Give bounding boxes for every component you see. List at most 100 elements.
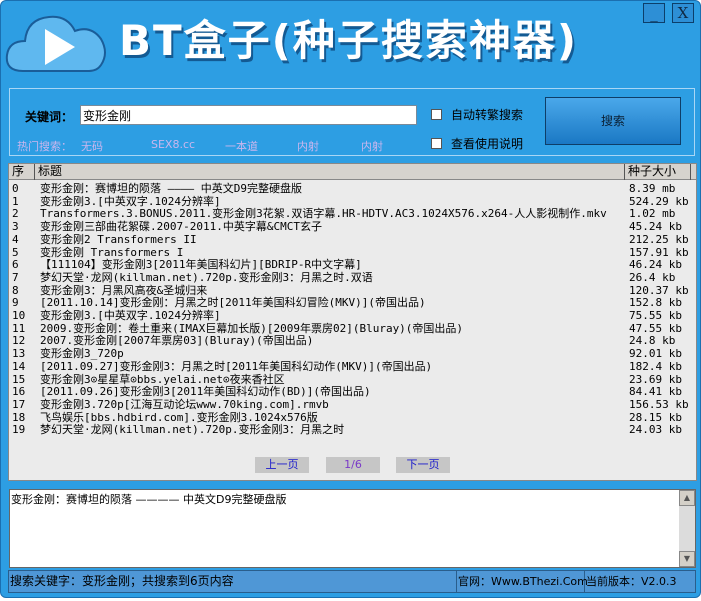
row-title: 变形金刚3_720p xyxy=(40,347,124,361)
row-index: 13 xyxy=(12,347,26,361)
detail-textarea[interactable]: 变形金刚：赛博坦的陨落 ———— 中英文D9完整硬盘版 ▲ ▼ xyxy=(9,489,696,568)
view-help-label[interactable]: 查看使用说明 xyxy=(451,135,523,152)
table-row[interactable]: 19 梦幻天堂·龙网(killman.net).720p.变形金刚3：月黑之时 24… xyxy=(9,423,696,436)
table-row[interactable]: 8 变形金刚3：月黑风高夜&圣城归来 120.37 kb xyxy=(9,284,696,297)
table-row[interactable]: 10 变形金刚3.[中英双字.1024分辨率] 75.55 kb xyxy=(9,309,696,322)
status-version: 当前版本：V2.0.3 xyxy=(586,575,677,588)
detail-text: 变形金刚：赛博坦的陨落 ———— 中英文D9完整硬盘版 xyxy=(11,493,287,506)
results-list: 序 标题 种子大小 0 变形金刚：赛博坦的陨落 ———— 中英文D9完整硬盘版 8.… xyxy=(8,163,697,481)
status-site: 官网：Www.BThezi.Com xyxy=(457,571,588,592)
table-row[interactable]: 4 变形金刚2 Transformers II 212.25 kb xyxy=(9,233,696,246)
minimize-button[interactable]: _ xyxy=(643,3,665,23)
prev-page-button[interactable]: 上一页 xyxy=(255,457,309,473)
row-title: 变形金刚3：月黑风高夜&圣城归来 xyxy=(40,283,208,297)
row-index: 4 xyxy=(12,232,19,246)
table-row[interactable]: 18 飞鸟娱乐[bbs.hdbird.com].变形金刚3.1024x576版 28… xyxy=(9,411,696,424)
hot-search-item[interactable]: 内射 xyxy=(297,138,319,154)
row-title: 梦幻天堂·龙网(killman.net).720p.变形金刚3：月黑之时 xyxy=(40,423,345,437)
row-index: 14 xyxy=(12,359,26,373)
scroll-up-icon[interactable]: ▲ xyxy=(679,490,695,506)
row-size: 47.55 kb xyxy=(629,321,682,335)
row-size: 24.8 kb xyxy=(629,334,676,348)
row-title: 2009.变形金刚：卷土重来(IMAX巨幕加长版)[2009年票房02](Blu… xyxy=(40,321,464,335)
row-title: [2011.10.14]变形金刚：月黑之时[2011年美国科幻冒险(MKV)](… xyxy=(40,296,426,310)
auto-traditional-checkbox[interactable] xyxy=(431,109,442,120)
table-row[interactable]: 12 2007.变形金刚[2007年票房03](Bluray)(帝国出品) 24.8… xyxy=(9,334,696,347)
row-title: 变形金刚3.[中英双字.1024分辨率] xyxy=(40,309,221,322)
search-button[interactable]: 搜索 xyxy=(545,97,681,145)
table-row[interactable]: 6 【111104】变形金刚3[2011年美国科幻片][BDRIP-R中文字幕] 4… xyxy=(9,258,696,271)
column-header-index[interactable]: 序 xyxy=(9,164,35,180)
row-index: 7 xyxy=(12,270,19,284)
status-bar: 搜索关键字：变形金刚；共搜索到6页内容 官网：Www.BThezi.Com 当前… xyxy=(8,570,696,593)
row-size: 26.4 kb xyxy=(629,270,676,284)
row-index: 0 xyxy=(12,182,19,195)
table-row[interactable]: 5 变形金刚 Transformers I 157.91 kb xyxy=(9,246,696,259)
column-header-title[interactable]: 标题 xyxy=(35,164,625,180)
table-row[interactable]: 9 [2011.10.14]变形金刚：月黑之时[2011年美国科幻冒险(MKV)]… xyxy=(9,296,696,309)
hot-search-item[interactable]: 内射 xyxy=(361,138,383,154)
row-size: 8.39 mb xyxy=(629,182,676,195)
row-title: 梦幻天堂·龙网(killman.net).720p.变形金刚3：月黑之时.双语 xyxy=(40,270,373,284)
row-index: 16 xyxy=(12,385,26,399)
row-size: 524.29 kb xyxy=(629,194,689,208)
table-row[interactable]: 13 变形金刚3_720p 92.01 kb xyxy=(9,347,696,360)
row-title: Transformers.3.BONUS.2011.变形金刚3花絮.双语字幕.H… xyxy=(40,207,607,221)
app-window: BT盒子(种子搜索神器) _ X 关键词： 自动转繁搜索 查看使用说明 搜索 热… xyxy=(0,0,701,598)
table-row[interactable]: 16 [2011.09.26]变形金刚3[2011年美国科幻动作(BD)](帝国出… xyxy=(9,385,696,398)
close-button[interactable]: X xyxy=(672,3,694,23)
row-size: 75.55 kb xyxy=(629,309,682,322)
row-size: 45.24 kb xyxy=(629,220,682,234)
table-row[interactable]: 3 变形金刚三部曲花絮碟.2007-2011.中英字幕&CMCT玄子 45.24 k… xyxy=(9,220,696,233)
hot-search-item[interactable]: 一本道 xyxy=(225,138,258,154)
table-row[interactable]: 7 梦幻天堂·龙网(killman.net).720p.变形金刚3：月黑之时.双语… xyxy=(9,271,696,284)
auto-traditional-label[interactable]: 自动转繁搜索 xyxy=(451,106,523,123)
table-row[interactable]: 14 [2011.09.27]变形金刚3：月黑之时[2011年美国科幻动作(MKV… xyxy=(9,360,696,373)
row-title: 飞鸟娱乐[bbs.hdbird.com].变形金刚3.1024x576版 xyxy=(40,410,318,424)
row-size: 120.37 kb xyxy=(629,283,689,297)
table-row[interactable]: 0 变形金刚：赛博坦的陨落 ———— 中英文D9完整硬盘版 8.39 mb xyxy=(9,182,696,195)
table-row[interactable]: 15 变形金刚3⊙星星草⊙bbs.yelai.net⊙夜来香社区 23.69 kb xyxy=(9,373,696,386)
row-size: 23.69 kb xyxy=(629,372,682,386)
status-summary: 搜索关键字：变形金刚；共搜索到6页内容 xyxy=(9,571,457,592)
column-header-size[interactable]: 种子大小 xyxy=(625,164,691,180)
row-index: 3 xyxy=(12,220,19,234)
row-index: 19 xyxy=(12,423,26,437)
detail-scrollbar[interactable]: ▲ ▼ xyxy=(679,490,695,567)
row-index: 11 xyxy=(12,321,26,335)
row-index: 6 xyxy=(12,258,19,272)
row-title: 【111104】变形金刚3[2011年美国科幻片][BDRIP-R中文字幕] xyxy=(40,258,362,272)
page-indicator: 1/6 xyxy=(326,457,380,473)
row-size: 28.15 kb xyxy=(629,410,682,424)
row-size: 84.41 kb xyxy=(629,385,682,399)
table-row[interactable]: 17 变形金刚3.720p[江海互动论坛www.70king.com].rmvb 1… xyxy=(9,398,696,411)
row-title: 变形金刚3.[中英双字.1024分辨率] xyxy=(40,194,221,208)
row-size: 46.24 kb xyxy=(629,258,682,272)
keyword-input[interactable] xyxy=(80,105,417,125)
row-index: 5 xyxy=(12,245,19,259)
row-index: 18 xyxy=(12,410,26,424)
row-title: 变形金刚三部曲花絮碟.2007-2011.中英字幕&CMCT玄子 xyxy=(40,220,322,234)
row-index: 2 xyxy=(12,207,19,221)
row-title: [2011.09.26]变形金刚3[2011年美国科幻动作(BD)](帝国出品) xyxy=(40,385,371,399)
row-size: 157.91 kb xyxy=(629,245,689,259)
app-title: BT盒子(种子搜索神器) xyxy=(119,16,579,65)
row-size: 24.03 kb xyxy=(629,423,682,437)
row-size: 182.4 kb xyxy=(629,359,682,373)
row-index: 1 xyxy=(12,194,19,208)
cloud-play-logo-icon xyxy=(5,15,106,72)
table-row[interactable]: 11 2009.变形金刚：卷土重来(IMAX巨幕加长版)[2009年票房02](B… xyxy=(9,322,696,335)
row-size: 92.01 kb xyxy=(629,347,682,361)
table-row[interactable]: 2 Transformers.3.BONUS.2011.变形金刚3花絮.双语字幕.… xyxy=(9,207,696,220)
keyword-label: 关键词： xyxy=(25,110,74,124)
row-index: 17 xyxy=(12,397,26,411)
hot-search-item[interactable]: 无码 xyxy=(81,138,103,154)
row-size: 156.53 kb xyxy=(629,397,689,411)
table-row[interactable]: 1 变形金刚3.[中英双字.1024分辨率] 524.29 kb xyxy=(9,195,696,208)
scroll-down-icon[interactable]: ▼ xyxy=(679,551,695,567)
view-help-checkbox[interactable] xyxy=(431,138,442,149)
next-page-button[interactable]: 下一页 xyxy=(396,457,450,473)
hot-search-item[interactable]: SEX8.cc xyxy=(151,138,195,151)
row-title: 变形金刚：赛博坦的陨落 ———— 中英文D9完整硬盘版 xyxy=(40,182,302,195)
row-index: 15 xyxy=(12,372,26,386)
